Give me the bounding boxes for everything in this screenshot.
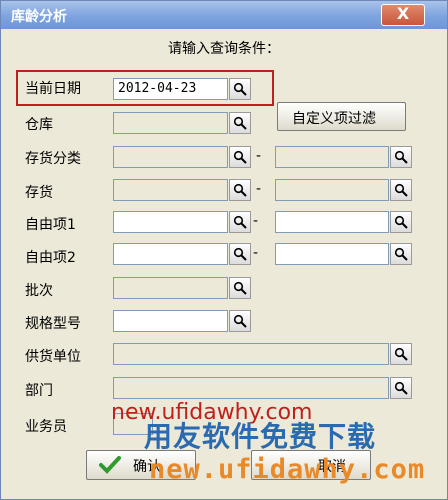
magnifier-icon	[394, 215, 408, 229]
magnifier-icon	[394, 381, 408, 395]
department-label: 部门	[25, 383, 53, 399]
range-separator: -	[253, 245, 259, 261]
close-icon: X	[396, 4, 410, 23]
custom-filter-button[interactable]: 自定义项过滤	[277, 102, 406, 131]
dialog-window: 库龄分析 X 请输入查询条件： 当前日期 2012-04-23 仓库 自定义项过…	[0, 0, 448, 500]
inventory-category-from-input[interactable]	[113, 146, 228, 168]
inventory-from-search-button[interactable]	[229, 179, 251, 201]
department-input[interactable]	[113, 377, 389, 399]
batch-input[interactable]	[113, 277, 228, 299]
free-item-1-label: 自由项1	[25, 217, 76, 233]
magnifier-icon	[394, 150, 408, 164]
magnifier-icon	[233, 281, 247, 295]
free-item-2-label: 自由项2	[25, 250, 76, 266]
window-title: 库龄分析	[11, 9, 67, 25]
current-date-label: 当前日期	[25, 81, 81, 97]
free-item-2-from-input[interactable]	[113, 243, 228, 265]
range-separator: -	[256, 148, 262, 164]
inventory-to-input[interactable]	[275, 179, 389, 201]
warehouse-label: 仓库	[25, 117, 53, 133]
watermark-url-bottom: new.ufidawhy.com	[149, 454, 426, 485]
magnifier-icon	[394, 183, 408, 197]
spec-model-label: 规格型号	[25, 316, 81, 332]
custom-filter-label: 自定义项过滤	[292, 111, 376, 127]
magnifier-icon	[233, 314, 247, 328]
current-date-input[interactable]: 2012-04-23	[113, 78, 228, 100]
query-heading: 请输入查询条件：	[168, 41, 280, 57]
magnifier-icon	[394, 347, 408, 361]
free-item-1-from-input[interactable]	[113, 211, 228, 233]
inventory-from-input[interactable]	[113, 179, 228, 201]
department-search-button[interactable]	[390, 377, 412, 399]
salesperson-label: 业务员	[25, 419, 67, 435]
watermark-slogan: 用友软件免费下载	[144, 420, 377, 453]
magnifier-icon	[233, 82, 247, 96]
inventory-category-label: 存货分类	[25, 151, 81, 167]
free-item-2-to-search-button[interactable]	[390, 243, 412, 265]
spec-model-input[interactable]	[113, 310, 228, 332]
batch-search-button[interactable]	[229, 277, 251, 299]
supplier-search-button[interactable]	[390, 343, 412, 365]
current-date-search-button[interactable]	[229, 78, 251, 100]
warehouse-input[interactable]	[113, 112, 228, 134]
inventory-category-from-search-button[interactable]	[229, 146, 251, 168]
inventory-category-to-search-button[interactable]	[390, 146, 412, 168]
check-icon	[99, 456, 121, 474]
magnifier-icon	[233, 116, 247, 130]
free-item-1-to-input[interactable]	[275, 211, 389, 233]
range-separator: -	[256, 181, 262, 197]
free-item-1-to-search-button[interactable]	[390, 211, 412, 233]
magnifier-icon	[233, 183, 247, 197]
magnifier-icon	[233, 247, 247, 261]
magnifier-icon	[394, 247, 408, 261]
supplier-input[interactable]	[113, 343, 389, 365]
inventory-label: 存货	[25, 185, 53, 201]
magnifier-icon	[233, 150, 247, 164]
title-bar[interactable]: 库龄分析 X	[1, 1, 447, 29]
inventory-category-to-input[interactable]	[275, 146, 389, 168]
warehouse-search-button[interactable]	[229, 112, 251, 134]
batch-label: 批次	[25, 283, 53, 299]
free-item-1-from-search-button[interactable]	[229, 211, 251, 233]
current-date-value: 2012-04-23	[118, 81, 197, 96]
spec-model-search-button[interactable]	[229, 310, 251, 332]
range-separator: -	[253, 213, 259, 229]
free-item-2-from-search-button[interactable]	[229, 243, 251, 265]
magnifier-icon	[233, 215, 247, 229]
close-button[interactable]: X	[381, 4, 425, 26]
supplier-label: 供货单位	[25, 349, 81, 365]
inventory-to-search-button[interactable]	[390, 179, 412, 201]
free-item-2-to-input[interactable]	[275, 243, 389, 265]
